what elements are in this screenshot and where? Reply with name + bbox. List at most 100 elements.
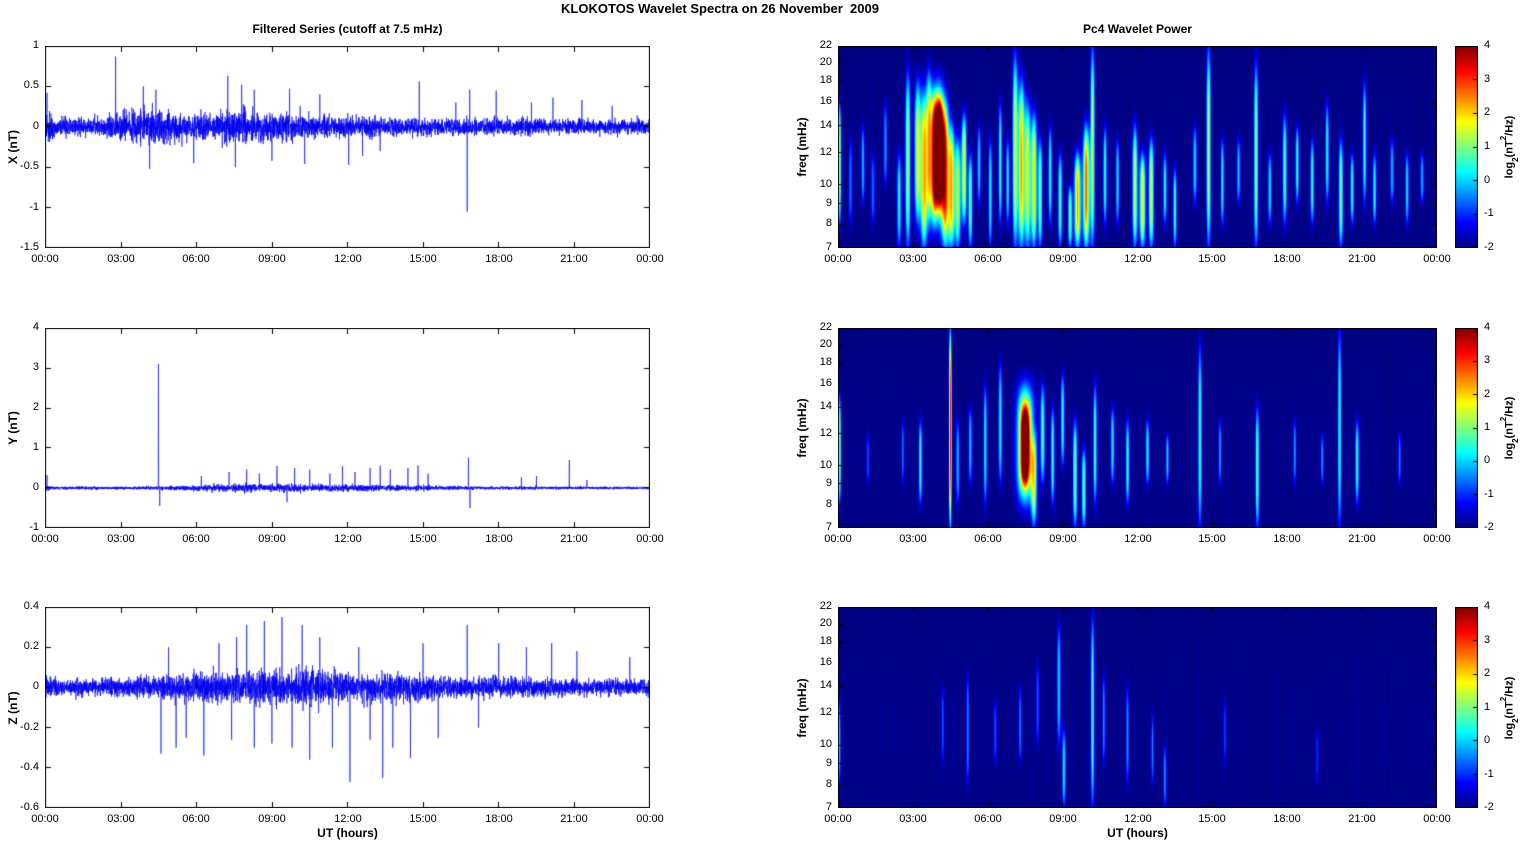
colorbar-label-subscript: 2 (1510, 718, 1520, 723)
colorbar-tick-label: 3 (1484, 354, 1491, 366)
y-tick-label: 0.4 (23, 600, 39, 612)
colorbar-label-subscript: 2 (1510, 157, 1520, 162)
x-tick-label: 00:00 (824, 813, 852, 825)
y-tick-label: 0 (32, 481, 39, 493)
colorbar-tick-label: 0 (1484, 174, 1491, 186)
x-tick-label: 18:00 (485, 253, 513, 265)
x-tick-label: 12:00 (334, 813, 362, 825)
x-tick-label: 18:00 (1273, 533, 1301, 545)
x-tick-label: 03:00 (899, 253, 927, 265)
colorbar-tick-label: 1 (1484, 140, 1491, 152)
figure-title: KLOKOTOS Wavelet Spectra on 26 November … (561, 1, 879, 16)
x-tick-label: 21:00 (560, 533, 588, 545)
x-tick-label: 09:00 (258, 253, 286, 265)
x-tick-label: 03:00 (899, 813, 927, 825)
freq-tick-label: 8 (825, 778, 832, 790)
freq-tick-label: 18 (819, 74, 832, 86)
x-tick-label: 09:00 (258, 533, 286, 545)
colorbar-tick-label: 3 (1484, 73, 1491, 85)
x-tick-label: 00:00 (31, 813, 59, 825)
x-tick-label: 00:00 (636, 253, 664, 265)
freq-tick-label: 18 (819, 635, 832, 647)
freq-tick-label: 16 (819, 377, 832, 389)
x-tick-label: 15:00 (409, 813, 437, 825)
freq-tick-label: 14 (819, 119, 832, 131)
freq-tick-label: 10 (819, 178, 832, 190)
x-tick-label: 21:00 (560, 253, 588, 265)
colorbar-y (1455, 328, 1478, 528)
x-tick-label: 03:00 (107, 533, 135, 545)
y-tick-label: 1 (32, 441, 39, 453)
x-wavelet-spectrogram (838, 46, 1437, 248)
x-tick-label: 06:00 (182, 253, 210, 265)
freq-tick-label: 10 (819, 459, 832, 471)
colorbar-tick-label: -1 (1484, 207, 1494, 219)
colorbar-z (1455, 607, 1478, 808)
y-tick-label: -0.4 (20, 761, 39, 773)
y-tick-label: 2 (32, 401, 39, 413)
x-tick-label: 15:00 (409, 533, 437, 545)
z-series-plot (45, 607, 650, 808)
colorbar-tick-label: -2 (1484, 241, 1494, 253)
x-tick-label: 06:00 (974, 533, 1002, 545)
freq-tick-label: 14 (819, 679, 832, 691)
freq-tick-label: 18 (819, 356, 832, 368)
x-tick-label: 00:00 (636, 813, 664, 825)
x-tick-label: 00:00 (31, 533, 59, 545)
x-tick-label: 12:00 (1124, 813, 1152, 825)
freq-tick-label: 20 (819, 617, 832, 629)
colorbar-tick-label: 1 (1484, 421, 1491, 433)
x-tick-label: 15:00 (409, 253, 437, 265)
timeseries-column-title: Filtered Series (cutoff at 7.5 mHz) (252, 22, 443, 36)
y-tick-label: 0 (32, 680, 39, 692)
colorbar-tick-label: -1 (1484, 488, 1494, 500)
colorbar-tick-label: 3 (1484, 634, 1491, 646)
colorbar-tick-label: 2 (1484, 667, 1491, 679)
freq-tick-label: 22 (819, 321, 832, 333)
y-tick-label: -0.2 (20, 721, 39, 733)
freq-tick-label: 9 (825, 757, 832, 769)
colorbar-tick-label: 4 (1484, 321, 1491, 333)
y-wavelet-spectrogram (838, 328, 1437, 528)
z-wavelet-spectrogram (838, 607, 1437, 808)
x-tick-label: 18:00 (485, 813, 513, 825)
x-tick-label: 15:00 (1198, 533, 1226, 545)
colorbar-tick-label: 0 (1484, 734, 1491, 746)
x-tick-label: 03:00 (107, 253, 135, 265)
x-tick-label: 06:00 (182, 813, 210, 825)
colorbar-tick-label: -2 (1484, 801, 1494, 813)
y-tick-label: 0 (32, 120, 39, 132)
x-tick-label: 00:00 (31, 253, 59, 265)
time-axis-label: UT (hours) (1107, 826, 1168, 840)
x-tick-label: 12:00 (1124, 253, 1152, 265)
y-tick-label: 4 (32, 321, 39, 333)
freq-tick-label: 20 (819, 338, 832, 350)
x-tick-label: 21:00 (560, 813, 588, 825)
x-tick-label: 00:00 (1423, 533, 1451, 545)
y-axis-component-label: Y (nT) (6, 411, 20, 445)
colorbar-tick-label: 0 (1484, 454, 1491, 466)
x-tick-label: 06:00 (974, 253, 1002, 265)
spectrogram-column-title: Pc4 Wavelet Power (1083, 22, 1192, 36)
colorbar-tick-label: -1 (1484, 768, 1494, 780)
x-tick-label: 18:00 (1273, 813, 1301, 825)
colorbar-tick-label: 2 (1484, 388, 1491, 400)
y-tick-label: -1 (29, 201, 39, 213)
x-tick-label: 09:00 (1049, 253, 1077, 265)
x-tick-label: 15:00 (1198, 813, 1226, 825)
x-tick-label: 12:00 (334, 253, 362, 265)
y-tick-label: 1 (32, 39, 39, 51)
freq-tick-label: 8 (825, 217, 832, 229)
x-tick-label: 00:00 (1423, 253, 1451, 265)
colorbar-label-subscript: 2 (1510, 438, 1520, 443)
y-tick-label: -0.5 (20, 160, 39, 172)
freq-tick-label: 12 (819, 706, 832, 718)
freq-tick-label: 20 (819, 56, 832, 68)
colorbar-tick-label: 2 (1484, 106, 1491, 118)
x-tick-label: 18:00 (485, 533, 513, 545)
x-tick-label: 06:00 (182, 533, 210, 545)
x-tick-label: 21:00 (1348, 533, 1376, 545)
x-tick-label: 09:00 (258, 813, 286, 825)
x-tick-label: 12:00 (334, 533, 362, 545)
x-tick-label: 00:00 (824, 533, 852, 545)
